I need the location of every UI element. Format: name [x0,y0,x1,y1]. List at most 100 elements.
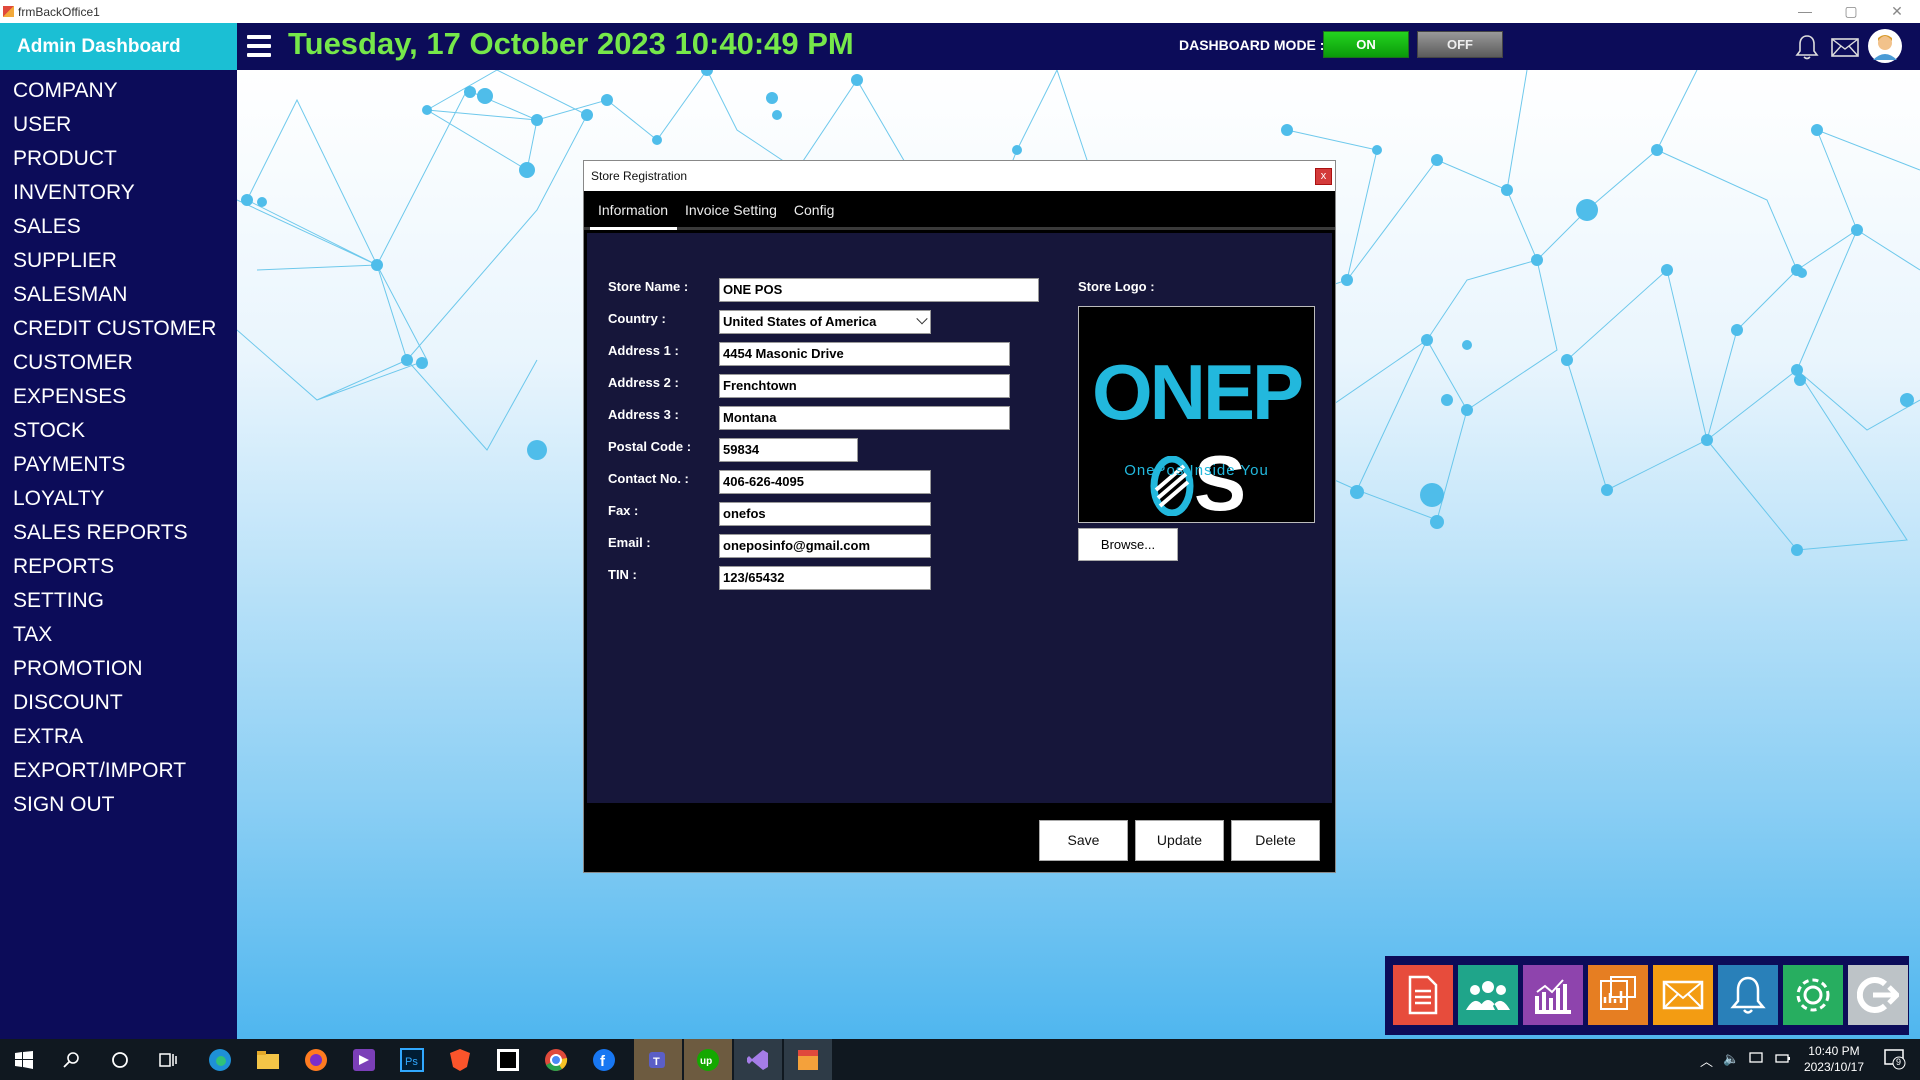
dashboard-mode-off-button[interactable]: OFF [1417,31,1503,58]
sidebar-item-stock[interactable]: STOCK [0,414,237,448]
close-window-button[interactable]: ✕ [1874,0,1920,23]
dialog-close-button[interactable]: x [1315,168,1332,185]
browse-logo-button[interactable]: Browse... [1078,528,1178,561]
tab-invoice-setting[interactable]: Invoice Setting [677,191,786,227]
minimize-button[interactable]: — [1782,0,1828,23]
dialog-title: Store Registration [591,169,688,183]
maximize-button[interactable]: ▢ [1828,0,1874,23]
sidebar-item-credit-customer[interactable]: CREDIT CUSTOMER [0,312,237,346]
delete-button[interactable]: Delete [1231,820,1320,861]
battery-icon[interactable] [1775,1051,1791,1070]
search-icon[interactable] [48,1039,96,1080]
chart-icon[interactable] [1523,965,1583,1025]
sidebar: Admin Dashboard COMPANY USER PRODUCT INV… [0,23,237,1039]
store-logo-image: ONEPS OnePos Inside You [1078,306,1315,527]
address2-input[interactable]: Frenchtown [719,374,1010,398]
upwork-icon[interactable]: up [684,1039,732,1080]
logout-icon[interactable] [1848,965,1908,1025]
users-icon[interactable] [1458,965,1518,1025]
chrome-icon[interactable] [532,1039,580,1080]
user-avatar[interactable] [1867,28,1903,64]
network-icon[interactable] [1749,1051,1765,1070]
mail-icon[interactable] [1830,32,1860,62]
cortana-icon[interactable] [96,1039,144,1080]
brave-browser-icon[interactable] [436,1039,484,1080]
address1-input[interactable]: 4454 Masonic Drive [719,342,1010,366]
information-panel: Store Name : ONE POS Country : United St… [587,233,1332,803]
tab-config[interactable]: Config [786,191,843,227]
email-input[interactable]: oneposinfo@gmail.com [719,534,931,558]
sidebar-item-discount[interactable]: DISCOUNT [0,686,237,720]
gear-icon[interactable] [1783,965,1843,1025]
app-icon [3,6,14,17]
document-icon[interactable] [1393,965,1453,1025]
dashboard-mode-on-button[interactable]: ON [1323,31,1409,58]
sidebar-item-sales-reports[interactable]: SALES REPORTS [0,516,237,550]
tin-input[interactable]: 123/65432 [719,566,931,590]
sidebar-item-sign-out[interactable]: SIGN OUT [0,788,237,822]
sidebar-menu: COMPANY USER PRODUCT INVENTORY SALES SUP… [0,70,237,822]
mail-icon[interactable] [1653,965,1713,1025]
sidebar-item-product[interactable]: PRODUCT [0,142,237,176]
taskbar-clock[interactable]: 10:40 PM 2023/10/17 [1804,1043,1864,1075]
country-select[interactable]: United States of America [719,310,931,334]
sidebar-item-user[interactable]: USER [0,108,237,142]
sidebar-item-payments[interactable]: PAYMENTS [0,448,237,482]
sidebar-item-sales[interactable]: SALES [0,210,237,244]
task-view-icon[interactable] [144,1039,192,1080]
sidebar-item-promotion[interactable]: PROMOTION [0,652,237,686]
edge-browser-icon[interactable] [196,1039,244,1080]
report-icon[interactable] [1588,965,1648,1025]
logo-text-part2: S [1193,439,1246,527]
bell-icon[interactable] [1792,32,1822,62]
firefox-icon[interactable] [292,1039,340,1080]
tray-chevron-up-icon[interactable]: ︿ [1700,1051,1713,1070]
sidebar-item-supplier[interactable]: SUPPLIER [0,244,237,278]
start-windows-icon[interactable] [0,1039,48,1080]
fax-input[interactable]: onefos [719,502,931,526]
sidebar-item-customer[interactable]: CUSTOMER [0,346,237,380]
hamburger-menu-icon[interactable] [247,35,271,57]
taskbar-date: 2023/10/17 [1803,1060,1864,1074]
intellij-icon[interactable] [484,1039,532,1080]
bell-icon[interactable] [1718,965,1778,1025]
address3-input[interactable]: Montana [719,406,1010,430]
chevron-down-icon [916,313,928,325]
visual-studio-preview-icon[interactable] [340,1039,388,1080]
sidebar-item-tax[interactable]: TAX [0,618,237,652]
postal-code-label: Postal Code : [608,439,692,454]
windows-taskbar: Ps f T up ︿ 🔈 10:40 PM 2023/10/17 9 [0,1039,1920,1080]
address3-label: Address 3 : [608,407,679,422]
logo-wordmark: ONEPS [1079,347,1314,529]
country-label: Country : [608,311,666,326]
svg-text:Ps: Ps [405,1056,418,1068]
sidebar-item-expenses[interactable]: EXPENSES [0,380,237,414]
sidebar-item-setting[interactable]: SETTING [0,584,237,618]
backoffice-app-icon[interactable] [784,1039,832,1080]
sidebar-item-salesman[interactable]: SALESMAN [0,278,237,312]
sidebar-item-company[interactable]: COMPANY [0,74,237,108]
window-title: frmBackOffice1 [18,4,100,19]
svg-text:up: up [700,1056,712,1067]
sidebar-item-inventory[interactable]: INVENTORY [0,176,237,210]
contact-no-input[interactable]: 406-626-4095 [719,470,931,494]
sidebar-item-reports[interactable]: REPORTS [0,550,237,584]
notification-center-icon[interactable]: 9 [1884,1048,1906,1075]
postal-code-input[interactable]: 59834 [719,438,858,462]
facebook-icon[interactable]: f [580,1039,628,1080]
volume-icon[interactable]: 🔈 [1723,1051,1739,1070]
sidebar-item-loyalty[interactable]: LOYALTY [0,482,237,516]
store-name-input[interactable]: ONE POS [719,278,1039,302]
tab-information[interactable]: Information [590,191,678,230]
visual-studio-icon[interactable] [734,1039,782,1080]
current-datetime: Tuesday, 17 October 2023 10:40:49 PM [288,26,854,61]
photoshop-icon[interactable]: Ps [388,1039,436,1080]
update-button[interactable]: Update [1135,820,1224,861]
teams-icon[interactable]: T [634,1039,682,1080]
save-button[interactable]: Save [1039,820,1128,861]
window-titlebar: frmBackOffice1 — ▢ ✕ [0,0,1920,23]
file-explorer-icon[interactable] [244,1039,292,1080]
sidebar-item-export-import[interactable]: EXPORT/IMPORT [0,754,237,788]
sidebar-item-extra[interactable]: EXTRA [0,720,237,754]
window-controls: — ▢ ✕ [1782,0,1920,23]
